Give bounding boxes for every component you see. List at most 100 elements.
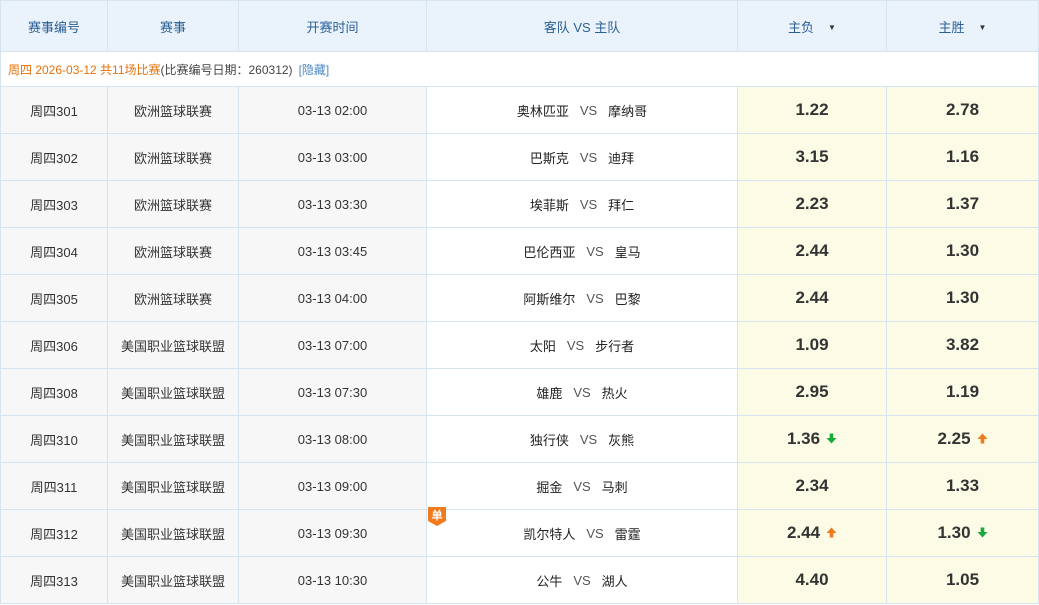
home-win-odds: 1.30 — [945, 288, 980, 307]
vs-label: VS — [586, 243, 604, 259]
teams-cell: 太阳 VS 步行者 — [427, 322, 738, 369]
away-win-odds-cell[interactable]: 4.40 — [738, 557, 887, 604]
caret-down-icon[interactable]: ▼ — [828, 23, 836, 32]
header-match-no-label: 赛事编号 — [27, 19, 80, 35]
match-no: 周四313 — [30, 573, 78, 589]
table-row: 周四305 欧洲篮球联赛 03-13 04:00 阿斯维尔 VS 巴黎 2.44 1.30 — [0, 275, 1039, 322]
trend-down-icon — [826, 429, 837, 449]
start-time: 03-13 09:30 — [297, 525, 368, 541]
home-team: 步行者 — [595, 338, 635, 354]
away-win-odds-cell[interactable]: 1.09 — [738, 322, 887, 369]
away-win-odds-cell[interactable]: 2.23 — [738, 181, 887, 228]
start-time-cell: 03-13 07:30 — [239, 369, 427, 416]
away-team: 巴斯克 — [529, 150, 569, 166]
start-time-cell: 03-13 04:00 — [239, 275, 427, 322]
home-win-odds: 1.19 — [945, 382, 980, 401]
home-win-odds: 1.30 — [937, 523, 971, 542]
home-win-odds-cell[interactable]: 1.30 — [887, 510, 1039, 557]
away-team: 埃菲斯 — [529, 197, 569, 213]
teams-cell: 埃菲斯 VS 拜仁 — [427, 181, 738, 228]
home-win-odds: 1.33 — [945, 476, 980, 495]
vs-label: VS — [573, 384, 591, 400]
vs-label: VS — [579, 102, 598, 118]
match-rows: 周四301 欧洲篮球联赛 03-13 02:00 奥林匹亚 VS 摩纳哥 1.22 2.78 周… — [0, 87, 1039, 604]
teams-cell: 巴伦西亚 VS 皇马 — [427, 228, 738, 275]
away-win-odds: 2.44 — [795, 288, 829, 307]
home-win-odds: 2.25 — [937, 429, 971, 448]
start-time-cell: 03-13 10:30 — [239, 557, 427, 604]
header-teams: 客队 VS 主队 — [427, 0, 738, 52]
hide-matches-link[interactable]: [隐藏] — [299, 61, 330, 78]
vs-label: VS — [579, 431, 598, 447]
league-name: 美国职业篮球联盟 — [120, 526, 225, 542]
home-win-odds: 1.37 — [945, 194, 980, 213]
away-win-odds-cell[interactable]: 3.15 — [738, 134, 887, 181]
away-team: 奥林匹亚 — [516, 103, 569, 119]
away-win-odds-cell[interactable]: 1.22 — [738, 87, 887, 134]
odds-table: 赛事编号 赛事 开赛时间 客队 VS 主队 主负 ▼ 主胜 ▼ 周四 2026-… — [0, 0, 1039, 605]
home-win-odds-cell[interactable]: 2.78 — [887, 87, 1039, 134]
match-no-cell: 周四302 — [0, 134, 108, 181]
header-away-win-sort[interactable]: 主负 ▼ — [738, 0, 887, 52]
single-bet-badge-label: 单 — [431, 510, 443, 522]
home-win-odds-cell[interactable]: 1.30 — [887, 275, 1039, 322]
issue-date-text: (比赛编号日期：260312) — [160, 62, 293, 77]
start-time: 03-13 02:00 — [297, 102, 368, 118]
away-win-odds: 2.44 — [786, 523, 821, 542]
away-win-odds: 3.15 — [795, 147, 829, 166]
table-row: 周四313 美国职业篮球联盟 03-13 10:30 公牛 VS 湖人 4.40 1.05 — [0, 557, 1039, 604]
home-win-odds-cell[interactable]: 1.05 — [887, 557, 1039, 604]
start-time-cell: 03-13 03:45 — [239, 228, 427, 275]
away-win-odds-cell[interactable]: 2.44 — [738, 228, 887, 275]
home-team: 迪拜 — [608, 150, 635, 166]
away-win-odds: 2.34 — [795, 476, 829, 495]
start-time-cell: 03-13 02:00 — [239, 87, 427, 134]
away-win-odds-cell[interactable]: 2.95 — [738, 369, 887, 416]
match-no-cell: 周四308 — [0, 369, 108, 416]
away-win-odds-cell[interactable]: 1.36 — [738, 416, 887, 463]
away-win-odds-cell[interactable]: 2.44 — [738, 510, 887, 557]
trend-down-icon — [977, 523, 988, 543]
home-win-odds-cell[interactable]: 1.19 — [887, 369, 1039, 416]
league-name: 美国职业篮球联盟 — [120, 432, 225, 448]
home-team: 摩纳哥 — [608, 103, 648, 119]
date-summary-bar: 周四 2026-03-12 共11场比赛 (比赛编号日期：260312) [隐藏… — [0, 52, 1039, 87]
away-win-odds-cell[interactable]: 2.44 — [738, 275, 887, 322]
match-no-cell: 周四306 — [0, 322, 108, 369]
caret-down-icon[interactable]: ▼ — [979, 23, 987, 32]
match-no: 周四302 — [30, 150, 78, 166]
start-time: 03-13 08:00 — [297, 431, 368, 447]
header-home-win-sort[interactable]: 主胜 ▼ — [887, 0, 1039, 52]
league-name: 美国职业篮球联盟 — [120, 338, 225, 354]
teams-cell: 独行侠 VS 灰熊 — [427, 416, 738, 463]
start-time-cell: 03-13 09:30 — [239, 510, 427, 557]
start-time: 03-13 09:00 — [297, 478, 368, 494]
league-cell: 欧洲篮球联赛 — [108, 87, 239, 134]
home-team: 拜仁 — [608, 197, 635, 213]
match-no: 周四306 — [30, 338, 78, 354]
home-win-odds-cell[interactable]: 1.37 — [887, 181, 1039, 228]
home-win-odds-cell[interactable]: 2.25 — [887, 416, 1039, 463]
header-league: 赛事 — [108, 0, 239, 52]
teams-cell: 单凯尔特人 VS 雷霆 — [427, 507, 738, 557]
home-team: 灰熊 — [608, 432, 635, 448]
home-win-odds-cell[interactable]: 1.30 — [887, 228, 1039, 275]
match-no: 周四301 — [30, 103, 78, 119]
league-name: 欧洲篮球联赛 — [133, 150, 212, 166]
vs-label: VS — [566, 337, 585, 353]
match-no-cell: 周四301 — [0, 87, 108, 134]
league-name: 美国职业篮球联盟 — [120, 385, 225, 401]
vs-label: VS — [586, 525, 604, 541]
start-time: 03-13 07:30 — [297, 384, 368, 400]
home-win-odds-cell[interactable]: 1.33 — [887, 463, 1039, 510]
league-cell: 欧洲篮球联赛 — [108, 275, 239, 322]
match-no: 周四310 — [30, 432, 78, 448]
single-bet-badge: 单 — [427, 507, 447, 527]
home-win-odds-cell[interactable]: 3.82 — [887, 322, 1039, 369]
league-cell: 欧洲篮球联赛 — [108, 181, 239, 228]
home-win-odds-cell[interactable]: 1.16 — [887, 134, 1039, 181]
away-win-odds-cell[interactable]: 2.34 — [738, 463, 887, 510]
table-row: 周四302 欧洲篮球联赛 03-13 03:00 巴斯克 VS 迪拜 3.15 1.16 — [0, 134, 1039, 181]
league-cell: 美国职业篮球联盟 — [108, 416, 239, 463]
vs-label: VS — [579, 196, 598, 212]
